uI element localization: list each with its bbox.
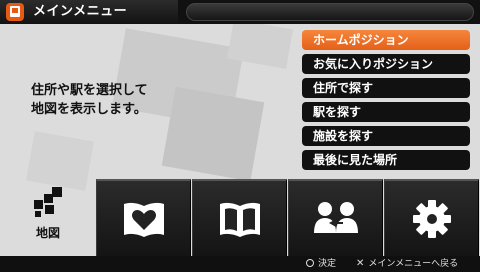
- cross-button-icon: ✕: [356, 258, 365, 269]
- confirm-hint: 決定: [306, 257, 336, 271]
- category-label: 地図: [35, 226, 60, 240]
- menu-item-search-station[interactable]: 駅を探す: [302, 102, 470, 122]
- category-tiles: [96, 179, 480, 256]
- menu-item-last-viewed[interactable]: 最後に見た場所: [302, 150, 470, 170]
- menu-item-search-facility[interactable]: 施設を探す: [302, 126, 470, 146]
- description-text: 住所や駅を選択して 地図を表示します。: [31, 81, 221, 119]
- page-title: メインメニュー: [33, 4, 128, 19]
- back-hint-label: メインメニューへ戻る: [368, 259, 459, 269]
- confirm-hint-label: 決定: [318, 259, 337, 269]
- tile-favorites[interactable]: [96, 179, 191, 256]
- menu-list: ホームポジション お気に入りポジション 住所で探す 駅を探す 施設を探す 最後に…: [302, 30, 470, 174]
- tile-settings[interactable]: [384, 179, 479, 256]
- category-map[interactable]: 地図: [0, 180, 96, 256]
- tile-community[interactable]: [288, 179, 383, 256]
- tile-guidebook[interactable]: [192, 179, 287, 256]
- back-hint: ✕ メインメニューへ戻る: [356, 257, 458, 271]
- description-line: 住所や駅を選択して: [31, 83, 148, 98]
- main-panel: 住所や駅を選択して 地図を表示します。 ホームポジション お気に入りポジション …: [0, 24, 480, 256]
- menu-item-home-position[interactable]: ホームポジション: [302, 30, 470, 50]
- description-line: 地図を表示します。: [31, 102, 147, 117]
- header-title-area: メインメニュー: [0, 0, 178, 24]
- footer-hint-bar: 決定 ✕ メインメニューへ戻る: [0, 256, 480, 272]
- map-icon: [34, 187, 62, 217]
- header-bar: メインメニュー: [0, 0, 480, 24]
- open-book-icon: [219, 202, 260, 237]
- header-status-bar: [186, 3, 474, 21]
- gear-icon: [412, 199, 451, 238]
- circle-button-icon: [306, 259, 314, 267]
- menu-item-favorite-position[interactable]: お気に入りポジション: [302, 54, 470, 74]
- navigation-app-icon: [6, 3, 24, 21]
- people-exchange-icon: [313, 201, 358, 233]
- heart-book-icon: [123, 202, 164, 237]
- menu-item-search-address[interactable]: 住所で探す: [302, 78, 470, 98]
